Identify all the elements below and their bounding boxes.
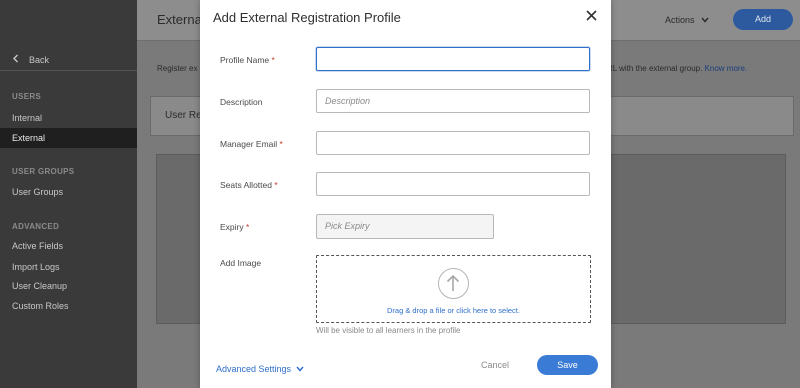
add-image-label: Add Image: [220, 258, 262, 268]
sidebar: Back USERS Internal External USER GROUPS…: [0, 0, 137, 388]
sidebar-item-internal[interactable]: Internal: [0, 108, 137, 128]
expiry-label: Expiry *: [220, 222, 249, 232]
actions-label: Actions: [665, 15, 695, 25]
required-marker: *: [274, 180, 278, 190]
seats-allotted-label: Seats Allotted *: [220, 180, 278, 190]
upload-arrow-icon: [438, 268, 469, 299]
sidebar-header-user-groups: USER GROUPS: [12, 167, 75, 176]
sidebar-item-external[interactable]: External: [0, 128, 137, 148]
save-button[interactable]: Save: [537, 355, 598, 375]
chevron-down-icon: [697, 15, 709, 25]
sidebar-item-import-logs[interactable]: Import Logs: [0, 257, 137, 277]
seats-allotted-label-text: Seats Allotted: [220, 180, 272, 190]
image-drop-zone[interactable]: Drag & drop a file or click here to sele…: [316, 255, 591, 323]
sidebar-header-users: USERS: [12, 92, 42, 101]
manager-email-label: Manager Email *: [220, 139, 283, 149]
register-description-tail: RL with the external group. Know more.: [607, 64, 747, 73]
required-marker: *: [279, 139, 283, 149]
modal-title: Add External Registration Profile: [213, 10, 401, 25]
description-label: Description: [220, 97, 263, 107]
sidebar-item-active-fields[interactable]: Active Fields: [0, 236, 137, 256]
chevron-down-icon: [296, 364, 304, 374]
add-external-registration-modal: Add External Registration Profile Profil…: [200, 0, 611, 388]
back-link[interactable]: Back: [12, 54, 49, 65]
know-more-link[interactable]: Know more.: [705, 64, 748, 73]
register-tail-text: RL with the external group.: [607, 64, 703, 73]
advanced-settings-toggle[interactable]: Advanced Settings: [216, 364, 304, 374]
actions-menu[interactable]: Actions: [665, 15, 709, 25]
drop-zone-text: Drag & drop a file or click here to sele…: [387, 306, 520, 315]
manager-email-label-text: Manager Email: [220, 139, 278, 149]
register-description: Register ex: [157, 64, 198, 73]
profile-name-label: Profile Name *: [220, 55, 275, 65]
expiry-label-text: Expiry: [220, 222, 244, 232]
back-label: Back: [29, 54, 50, 65]
add-button[interactable]: Add: [733, 9, 793, 30]
page-title: Externa: [157, 12, 202, 27]
sidebar-divider: [0, 70, 137, 71]
advanced-settings-label: Advanced Settings: [216, 364, 292, 374]
sidebar-header-advanced: ADVANCED: [12, 222, 60, 231]
description-input[interactable]: [316, 89, 590, 113]
sidebar-item-custom-roles[interactable]: Custom Roles: [0, 296, 137, 316]
image-hint: Will be visible to all learners in the p…: [316, 326, 461, 335]
profile-name-input[interactable]: [316, 47, 590, 71]
seats-allotted-input[interactable]: [316, 172, 590, 196]
expiry-date-picker[interactable]: Pick Expiry: [316, 214, 494, 239]
chevron-left-icon: [12, 54, 19, 65]
profile-name-label-text: Profile Name: [220, 55, 270, 65]
cancel-button[interactable]: Cancel: [481, 360, 509, 370]
sidebar-item-user-cleanup[interactable]: User Cleanup: [0, 276, 137, 296]
manager-email-input[interactable]: [316, 131, 590, 155]
required-marker: *: [271, 55, 275, 65]
required-marker: *: [246, 222, 250, 232]
close-icon[interactable]: [586, 9, 597, 25]
sidebar-item-user-groups[interactable]: User Groups: [0, 182, 137, 202]
